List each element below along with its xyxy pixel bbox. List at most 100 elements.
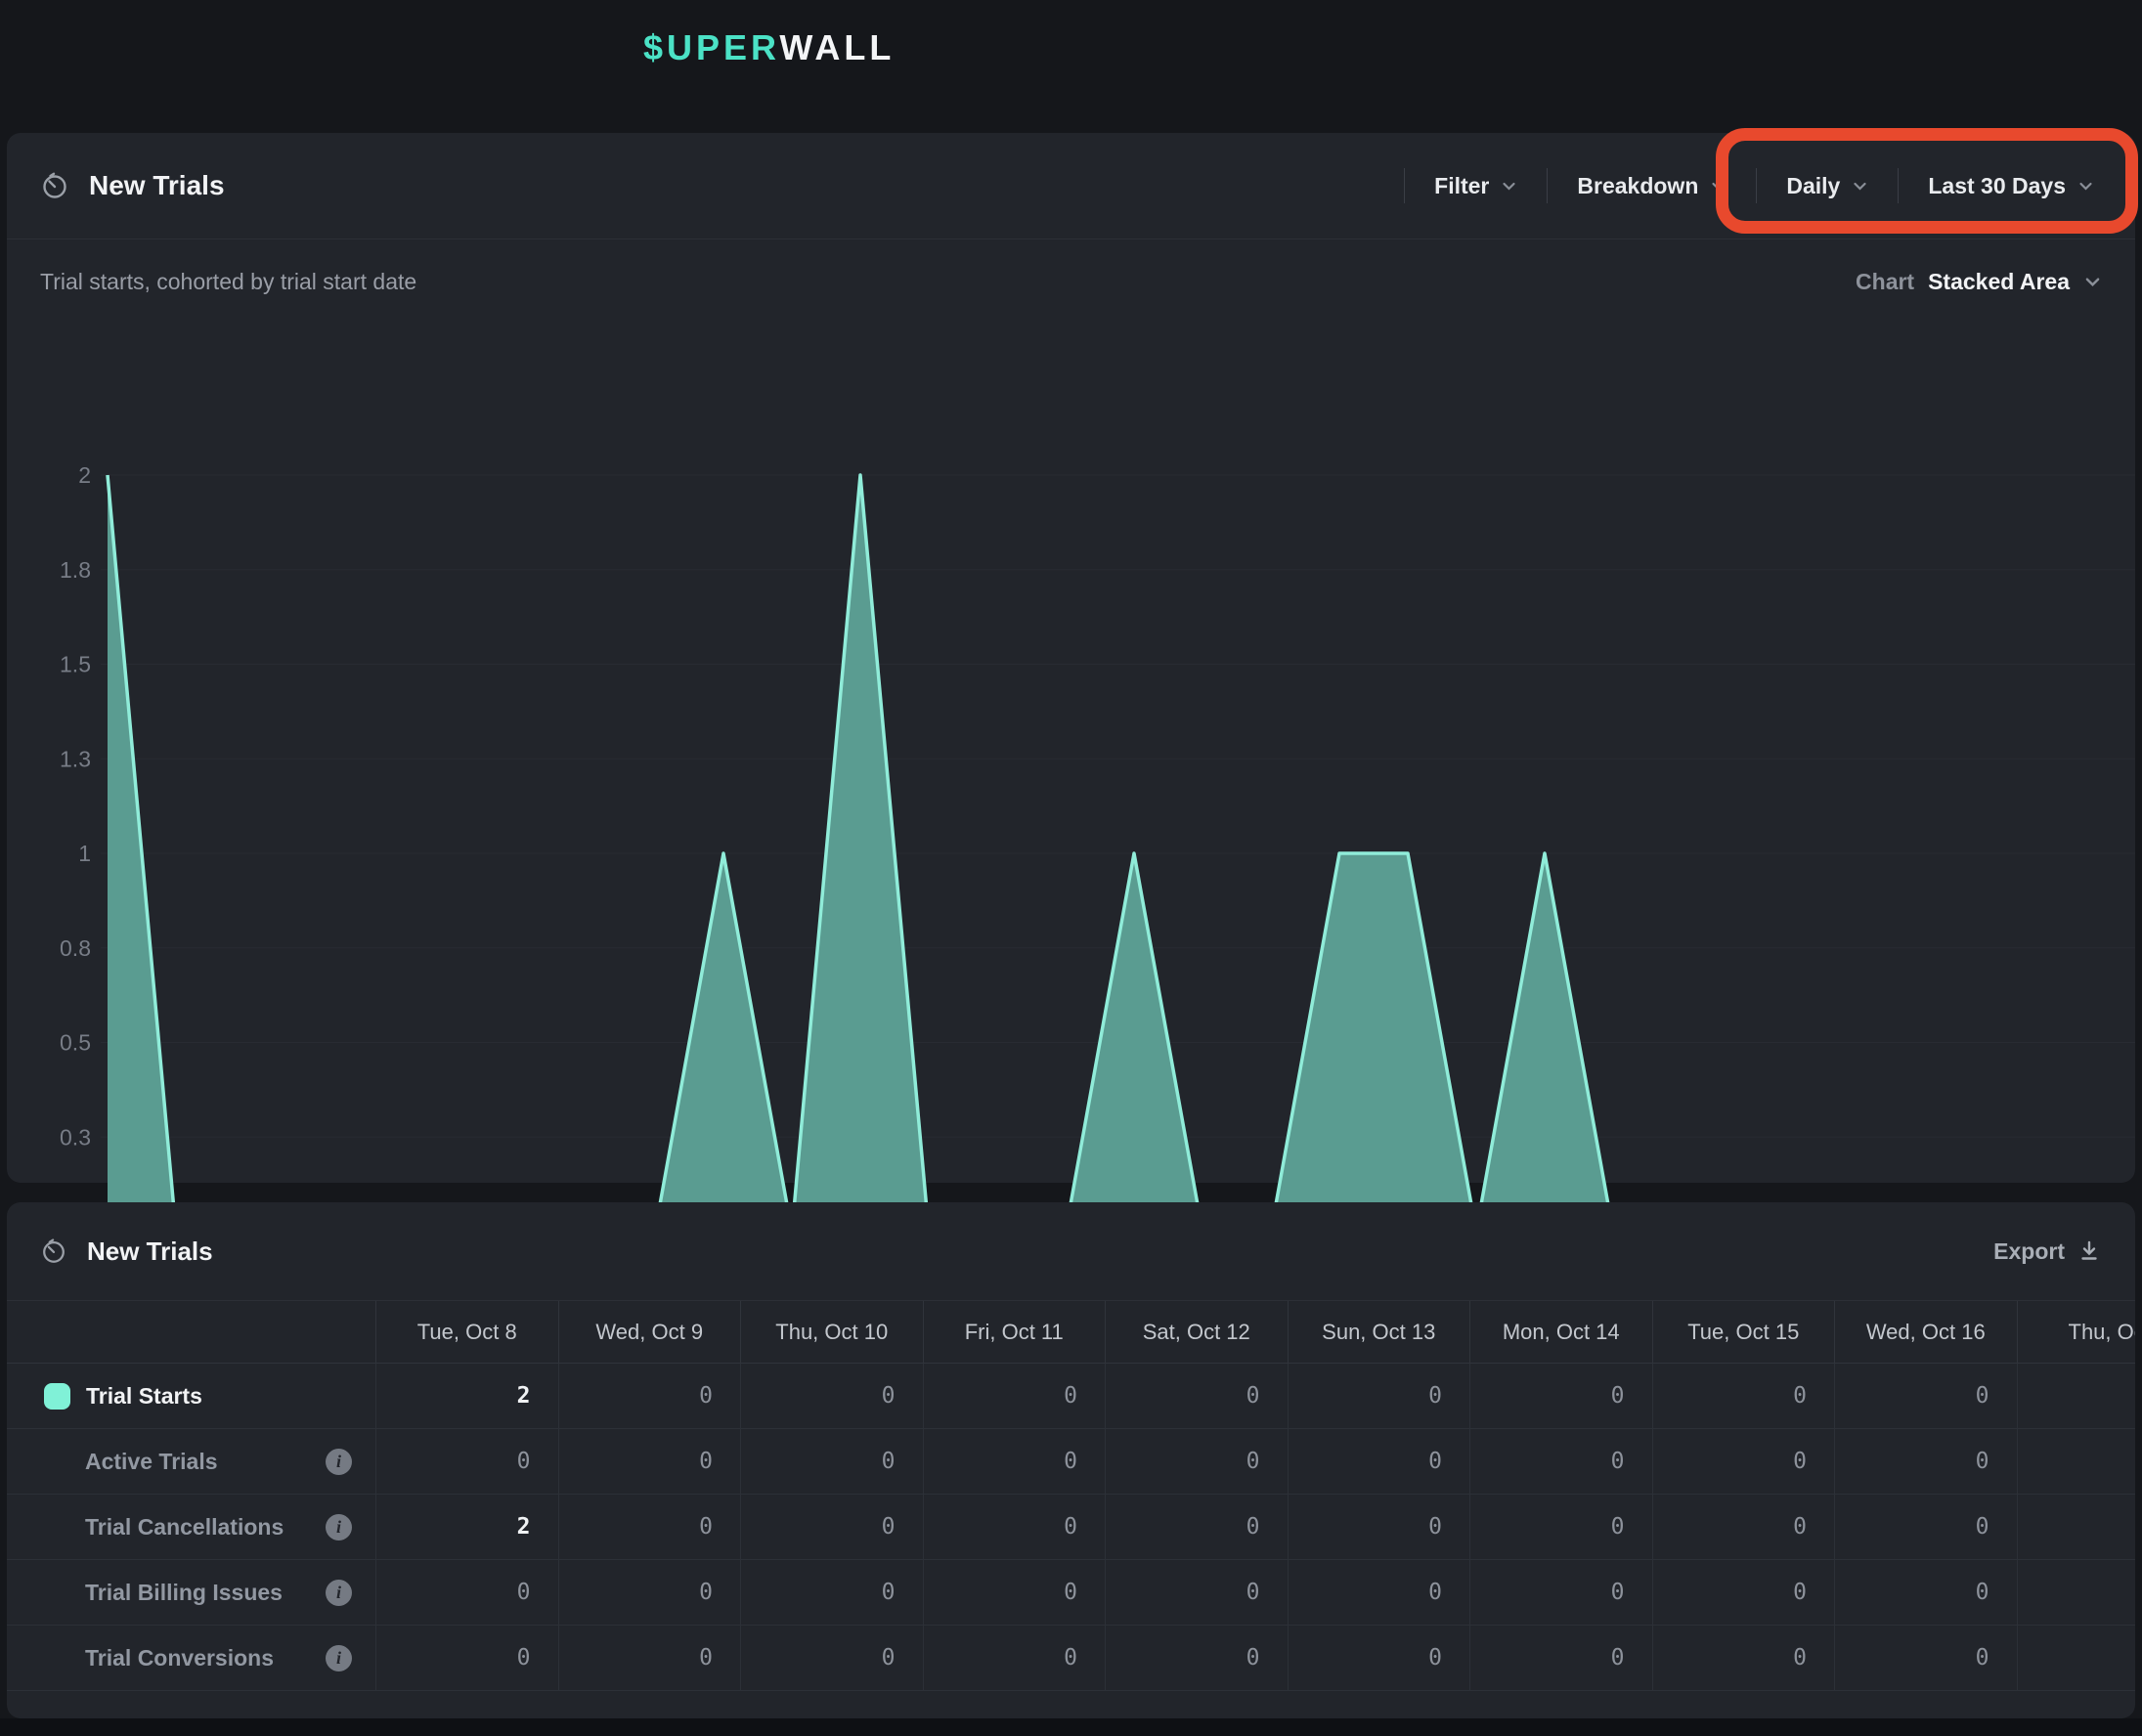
chart-controls: Filter Breakdown Daily Last 30 Days xyxy=(1404,168,2102,203)
chart-subtitle: Trial starts, cohorted by trial start da… xyxy=(40,269,416,295)
value-cell: 0 xyxy=(375,1626,558,1690)
svg-text:1.5: 1.5 xyxy=(60,652,91,677)
table-row: Trial Starts200000000 xyxy=(7,1364,2135,1429)
table-row: Trial Cancellationsi200000000 xyxy=(7,1495,2135,1560)
stacked-area-chart: 00.30.50.811.31.51.82Thu, Oct 10Sun, Oct… xyxy=(7,442,2135,1317)
value-cell: 0 xyxy=(1652,1560,1835,1625)
value-cell: 0 xyxy=(740,1495,923,1559)
value-cell: 0 xyxy=(1105,1626,1288,1690)
value-cell: 0 xyxy=(558,1495,741,1559)
value-cell: 0 xyxy=(923,1626,1106,1690)
export-label: Export xyxy=(1993,1238,2065,1265)
value-cell: 0 xyxy=(1834,1560,2017,1625)
chart-canvas: 00.30.50.811.31.51.82Thu, Oct 10Sun, Oct… xyxy=(7,442,2135,1317)
chart-type-value: Stacked Area xyxy=(1928,269,2070,295)
svg-text:2: 2 xyxy=(78,462,91,488)
page: $UPERWALL New Trials Filter xyxy=(0,0,2142,1736)
value-cell: 2 xyxy=(375,1495,558,1559)
column-header: Wed, Oct 16 xyxy=(1834,1301,2017,1363)
value-cell: 0 xyxy=(1834,1626,2017,1690)
column-header: Tue, Oct 15 xyxy=(1652,1301,1835,1363)
chevron-down-icon xyxy=(1501,178,1517,195)
value-cell: 0 xyxy=(1834,1364,2017,1428)
granularity-label: Daily xyxy=(1786,173,1840,199)
chart-type-label: Chart xyxy=(1856,269,1914,295)
value-cell xyxy=(2017,1429,2136,1494)
table-row: Trial Conversionsi000000000 xyxy=(7,1626,2135,1691)
value-cell: 0 xyxy=(740,1364,923,1428)
svg-text:0.8: 0.8 xyxy=(60,935,91,961)
value-cell: 0 xyxy=(923,1495,1106,1559)
row-label: Trial Conversions xyxy=(85,1645,274,1671)
column-header: Sat, Oct 12 xyxy=(1105,1301,1288,1363)
column-header: Tue, Oct 8 xyxy=(375,1301,558,1363)
info-icon[interactable]: i xyxy=(326,1580,352,1606)
granularity-dropdown[interactable]: Daily xyxy=(1757,173,1898,199)
chevron-down-icon xyxy=(2083,273,2102,291)
column-header: Mon, Oct 14 xyxy=(1469,1301,1652,1363)
table-header-row: Tue, Oct 8Wed, Oct 9Thu, Oct 10Fri, Oct … xyxy=(7,1300,2135,1364)
row-label-cell: Trial Conversions i xyxy=(7,1626,375,1690)
download-icon xyxy=(2076,1238,2102,1264)
value-cell: 0 xyxy=(923,1560,1106,1625)
column-header: Wed, Oct 9 xyxy=(558,1301,741,1363)
value-cell xyxy=(2017,1495,2136,1559)
info-icon[interactable]: i xyxy=(326,1645,352,1671)
date-range-dropdown[interactable]: Last 30 Days xyxy=(1899,173,2102,199)
topbar: $UPERWALL xyxy=(0,0,2142,133)
column-header: Sun, Oct 13 xyxy=(1288,1301,1470,1363)
table-corner-cell xyxy=(7,1301,375,1363)
value-cell: 0 xyxy=(558,1560,741,1625)
export-button[interactable]: Export xyxy=(1993,1238,2102,1265)
history-clock-icon xyxy=(40,1237,67,1265)
value-cell: 0 xyxy=(1288,1364,1470,1428)
value-cell: 0 xyxy=(558,1626,741,1690)
table-body: Trial Starts200000000Active Trialsi00000… xyxy=(7,1364,2135,1691)
chart-type-dropdown[interactable]: Chart Stacked Area xyxy=(1856,269,2102,295)
row-label: Trial Billing Issues xyxy=(85,1580,283,1606)
value-cell: 0 xyxy=(375,1429,558,1494)
value-cell: 0 xyxy=(740,1560,923,1625)
value-cell: 0 xyxy=(1288,1626,1470,1690)
superwall-logo: $UPERWALL xyxy=(643,27,895,68)
new-trials-table-panel: New Trials Export Tue, Oct 8Wed, Oct 9Th… xyxy=(7,1202,2135,1718)
logo-accent-text: $UPER xyxy=(643,27,779,67)
value-cell: 0 xyxy=(375,1560,558,1625)
value-cell: 0 xyxy=(1288,1429,1470,1494)
value-cell: 0 xyxy=(1652,1495,1835,1559)
value-cell xyxy=(2017,1560,2136,1625)
svg-text:0.5: 0.5 xyxy=(60,1030,91,1056)
value-cell: 0 xyxy=(1652,1626,1835,1690)
info-icon[interactable]: i xyxy=(326,1514,352,1541)
chevron-down-icon xyxy=(1852,178,1868,195)
value-cell: 0 xyxy=(558,1429,741,1494)
table-row: Active Trialsi000000000 xyxy=(7,1429,2135,1495)
row-label: Trial Cancellations xyxy=(85,1514,284,1541)
value-cell: 0 xyxy=(1652,1429,1835,1494)
row-label: Trial Starts xyxy=(86,1383,202,1410)
filter-label: Filter xyxy=(1434,173,1489,199)
value-cell: 0 xyxy=(1105,1495,1288,1559)
value-cell: 0 xyxy=(1469,1429,1652,1494)
filter-dropdown[interactable]: Filter xyxy=(1405,173,1547,199)
value-cell: 0 xyxy=(923,1364,1106,1428)
chevron-down-icon xyxy=(2077,178,2094,195)
column-header: Thu, Oct 17 xyxy=(2017,1301,2136,1363)
value-cell: 0 xyxy=(1288,1495,1470,1559)
breakdown-label: Breakdown xyxy=(1577,173,1698,199)
info-icon[interactable]: i xyxy=(326,1449,352,1475)
value-cell: 0 xyxy=(1469,1560,1652,1625)
value-cell xyxy=(2017,1364,2136,1428)
new-trials-chart-panel: New Trials Filter Breakdown Daily xyxy=(7,133,2135,1183)
row-label-cell: Active Trials i xyxy=(7,1429,375,1494)
svg-text:1.3: 1.3 xyxy=(60,746,91,771)
breakdown-dropdown[interactable]: Breakdown xyxy=(1548,173,1756,199)
chart-subheader: Trial starts, cohorted by trial start da… xyxy=(7,239,2135,295)
value-cell: 0 xyxy=(740,1429,923,1494)
chevron-down-icon xyxy=(1710,178,1727,195)
value-cell: 0 xyxy=(1834,1495,2017,1559)
row-label: Active Trials xyxy=(85,1449,218,1475)
series-swatch xyxy=(44,1383,70,1410)
column-header: Thu, Oct 10 xyxy=(740,1301,923,1363)
table-title: New Trials xyxy=(87,1237,213,1267)
